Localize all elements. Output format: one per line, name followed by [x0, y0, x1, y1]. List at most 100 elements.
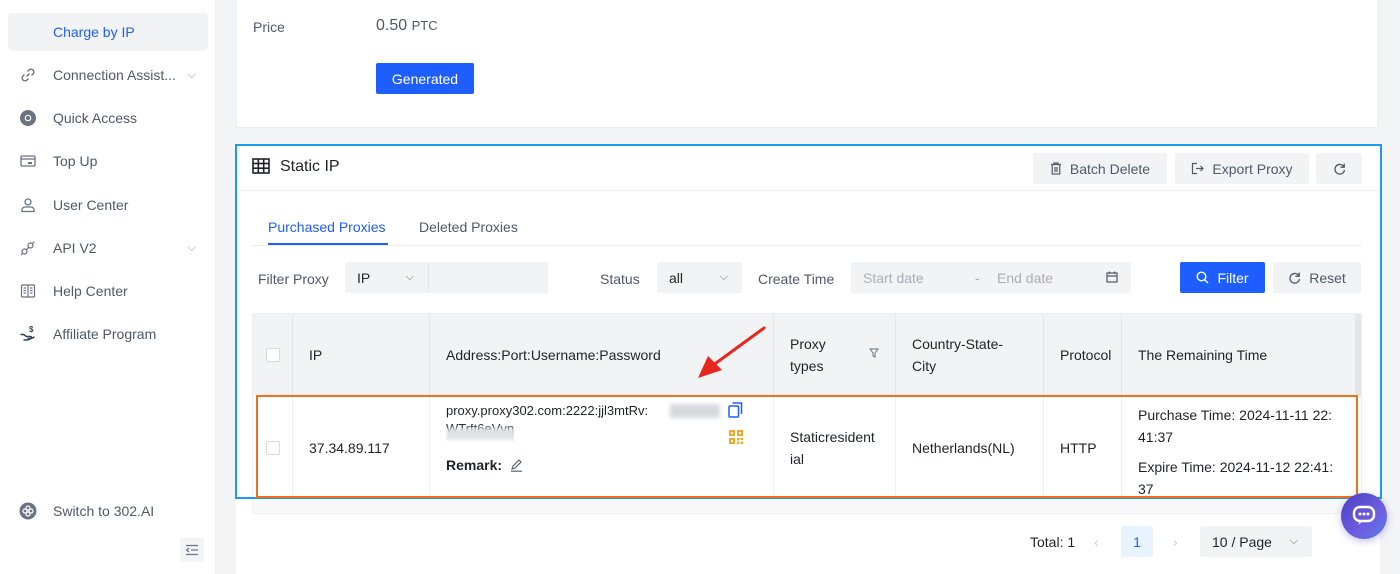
column-header-proxy-types-line2: types	[790, 358, 824, 374]
chat-support-button[interactable]	[1341, 493, 1387, 539]
sidebar-item-user-center[interactable]: User Center	[8, 186, 208, 224]
sidebar-item-label: User Center	[53, 197, 129, 213]
price-amount: 0.50	[376, 17, 408, 34]
302ai-logo-icon	[19, 502, 37, 520]
sidebar-item-label: Help Center	[53, 283, 128, 299]
sidebar-item-help-center[interactable]: Help Center	[8, 272, 208, 310]
table-icon	[252, 158, 270, 174]
sidebar-item-label: Top Up	[53, 153, 98, 169]
status-value: all	[669, 269, 684, 286]
filter-button-label: Filter	[1217, 269, 1249, 286]
column-header-address[interactable]: Address:Port:Username:Password	[430, 314, 774, 396]
plug-icon	[19, 239, 37, 257]
refresh-icon	[1333, 163, 1345, 175]
column-header-country-line2: City	[912, 358, 937, 374]
filter-proxy-type-value: IP	[357, 269, 371, 286]
sidebar-item-top-up[interactable]: Top Up	[8, 142, 208, 180]
column-header-protocol[interactable]: Protocol	[1044, 314, 1122, 396]
table-header: IP Address:Port:Username:Password Proxy …	[253, 314, 1361, 396]
cell-proxy-type: Staticresident ial	[774, 396, 896, 500]
user-icon	[19, 196, 37, 214]
page-size-value: 10 / Page	[1212, 533, 1272, 550]
filter-proxy-type-select[interactable]: IP ⌵	[345, 262, 428, 293]
cell-remaining-time: Purchase Time: 2024-11-11 22: 41:37 Expi…	[1122, 396, 1361, 500]
chevron-down-icon: ⌵	[719, 271, 728, 283]
refresh-icon	[1289, 272, 1301, 284]
static-ip-card: Static IP Batch Delete Export Proxy Purc…	[236, 145, 1380, 574]
end-date-input[interactable]: End date	[997, 270, 1053, 286]
sidebar-item-quick-access[interactable]: Quick Access	[8, 99, 208, 137]
export-proxy-button[interactable]: Export Proxy	[1175, 153, 1309, 184]
sidebar-item-charge-by-ip[interactable]: Charge by IP	[8, 13, 208, 51]
sidebar-item-label: API V2	[53, 240, 97, 256]
cell-country: Netherlands(NL)	[896, 396, 1044, 500]
sidebar-item-label: Affiliate Program	[53, 326, 157, 342]
column-header-country[interactable]: Country-State- City	[896, 314, 1044, 396]
refresh-button[interactable]	[1316, 153, 1362, 184]
collapse-sidebar-button[interactable]	[180, 538, 204, 562]
proxy-address-line1: proxy.proxy302.com:2222:jjl3mtRv:	[446, 403, 649, 418]
filter-funnel-icon[interactable]	[869, 348, 879, 358]
page-size-select[interactable]: 10 / Page ⌵	[1200, 526, 1312, 557]
tab-deleted-proxies[interactable]: Deleted Proxies	[419, 219, 518, 235]
cell-protocol: HTTP	[1044, 396, 1122, 500]
sidebar-item-label: Quick Access	[53, 110, 138, 126]
column-header-proxy-types-line1: Proxy	[790, 336, 826, 352]
filter-proxy-input[interactable]	[428, 262, 548, 293]
column-header-country-line1: Country-State-	[912, 336, 1004, 352]
proxy-type-line1: Staticresident	[790, 429, 875, 445]
select-all-cell	[253, 314, 293, 396]
copy-icon[interactable]	[728, 402, 743, 418]
chat-bubble-icon	[1352, 505, 1376, 525]
status-select[interactable]: all ⌵	[657, 262, 742, 293]
search-icon	[1196, 271, 1209, 284]
switch-to-302ai-button[interactable]: Switch to 302.AI	[8, 492, 208, 530]
card-title: Static IP	[280, 158, 340, 175]
cell-address: proxy.proxy302.com:2222:jjl3mtRv: WTrft6…	[430, 396, 774, 500]
row-checkbox[interactable]	[266, 441, 280, 455]
filter-button[interactable]: Filter	[1180, 262, 1265, 293]
create-time-range-picker[interactable]: Start date - End date	[851, 262, 1131, 293]
price-label: Price	[253, 19, 285, 35]
generated-button[interactable]: Generated	[376, 63, 474, 94]
pagination-next-button[interactable]: ›	[1173, 534, 1178, 550]
edit-pencil-icon[interactable]	[510, 458, 523, 472]
book-icon	[19, 282, 37, 300]
hand-money-icon: $	[19, 325, 37, 343]
horizontal-scrollbar[interactable]	[253, 500, 1361, 513]
vertical-scrollbar[interactable]	[1355, 314, 1361, 396]
redacted-password-blur	[670, 404, 720, 418]
column-header-ip[interactable]: IP	[293, 314, 430, 396]
chevron-down-icon: ⌵	[405, 271, 414, 283]
expire-time-line2: 37	[1138, 481, 1154, 497]
link-icon	[19, 66, 37, 84]
sidebar-item-affiliate-program[interactable]: $ Affiliate Program	[8, 315, 208, 353]
remark-label: Remark:	[446, 457, 503, 473]
sidebar: Charge by IP Connection Assist... ⌵ Quic…	[0, 0, 216, 574]
card-icon	[19, 152, 37, 170]
select-all-checkbox[interactable]	[266, 348, 280, 362]
qr-code-icon[interactable]	[729, 430, 743, 444]
start-date-input[interactable]: Start date	[863, 270, 924, 286]
svg-text:$: $	[29, 325, 34, 334]
expire-time-line1: Expire Time: 2024-11-12 22:41:	[1138, 459, 1334, 475]
reset-button-label: Reset	[1309, 269, 1346, 286]
sidebar-item-label: Connection Assist...	[53, 67, 176, 83]
column-header-remaining-time[interactable]: The Remaining Time	[1122, 314, 1361, 396]
export-proxy-label: Export Proxy	[1212, 160, 1293, 177]
column-header-proxy-types[interactable]: Proxy types	[774, 314, 896, 396]
proxy-type-line2: ial	[790, 451, 805, 467]
date-separator: -	[975, 270, 980, 286]
sidebar-item-connection-assistant[interactable]: Connection Assist... ⌵	[8, 56, 208, 94]
sidebar-item-api-v2[interactable]: API V2 ⌵	[8, 229, 208, 267]
pagination-page-1[interactable]: 1	[1121, 526, 1153, 557]
create-time-label: Create Time	[758, 271, 835, 287]
tab-purchased-proxies[interactable]: Purchased Proxies	[268, 219, 386, 235]
reset-button[interactable]: Reset	[1273, 262, 1361, 293]
switch-label: Switch to 302.AI	[53, 503, 155, 519]
pagination-prev-button[interactable]: ‹	[1094, 534, 1099, 550]
batch-delete-button[interactable]: Batch Delete	[1033, 153, 1167, 184]
calendar-icon	[1106, 271, 1118, 283]
active-tab-indicator	[268, 243, 388, 245]
sidebar-item-label: Charge by IP	[53, 24, 135, 40]
